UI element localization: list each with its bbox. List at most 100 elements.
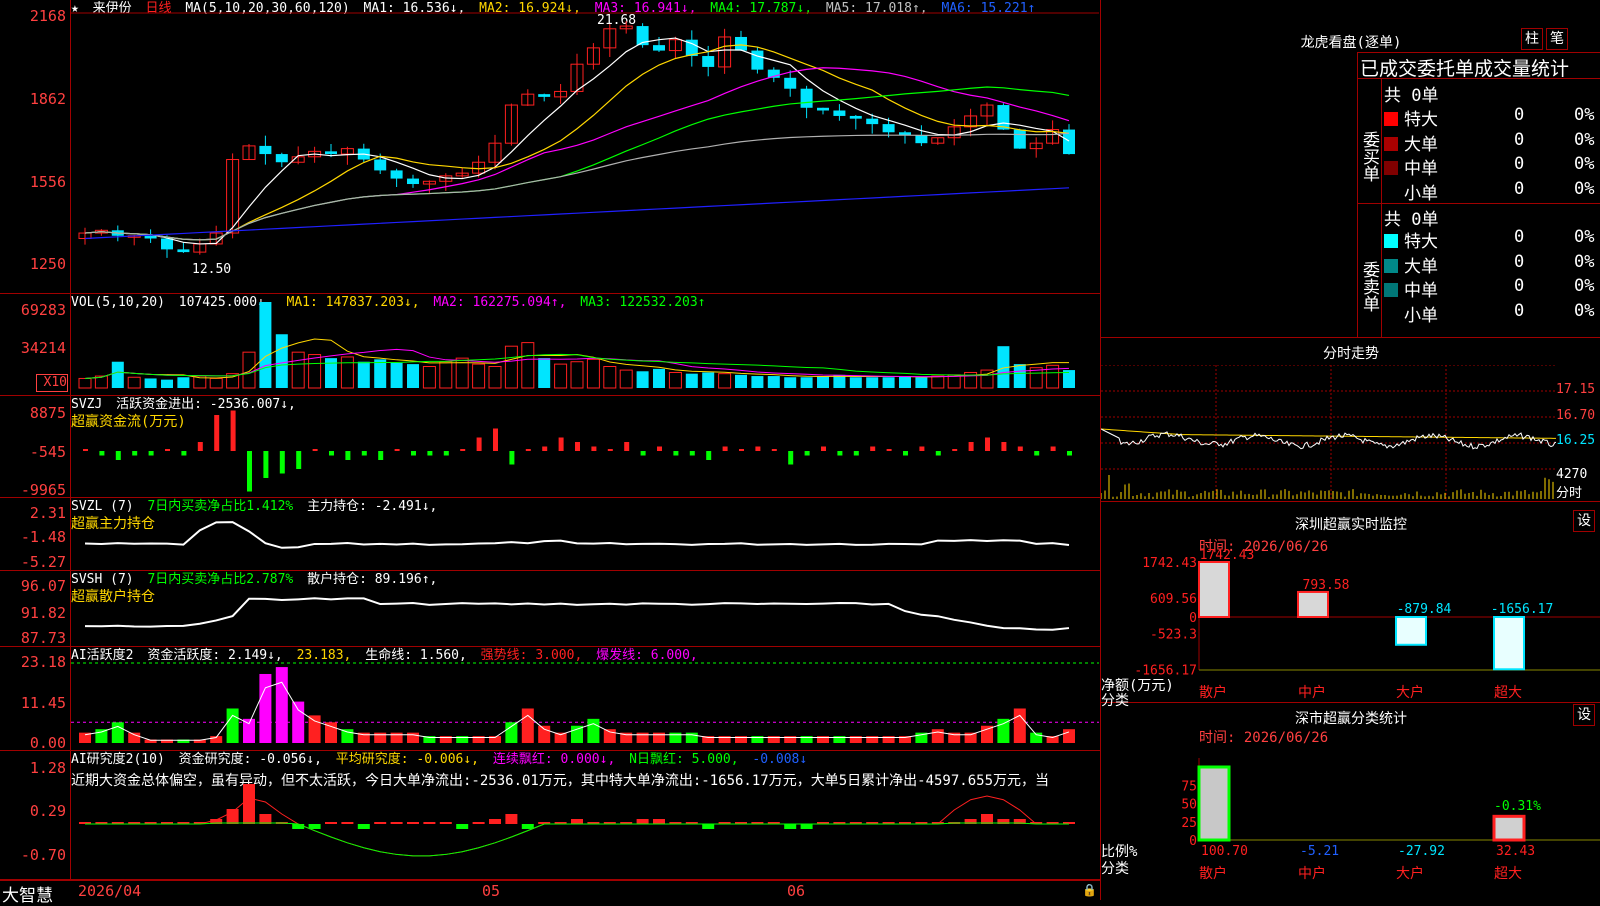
candle (144, 235, 157, 239)
candle (538, 94, 551, 97)
activity-bar (538, 725, 551, 743)
volume-bar (718, 373, 732, 389)
volume-bar (849, 377, 862, 388)
svzj-panel[interactable]: 8875 -545 -9965 SVZJ 活跃资金进出: -2536.007↓,… (0, 396, 1100, 498)
activity-bar (603, 729, 616, 743)
candle (735, 36, 747, 51)
ai2-axis: 1.28 0.29 -0.70 (0, 751, 71, 879)
tick-mode-button[interactable]: 笔 (1546, 28, 1568, 50)
intraday-chart[interactable] (1101, 365, 1556, 500)
main-force-chart[interactable] (71, 498, 1099, 570)
retail-chart[interactable] (71, 571, 1099, 646)
candle (833, 110, 846, 116)
svzl-tick: -1.48 (20, 528, 66, 546)
order-row: 小单 0 0% (1384, 179, 1594, 204)
bar-mode-button[interactable]: 柱 (1521, 28, 1543, 50)
flow-bar (197, 442, 203, 451)
flow-bar (279, 451, 285, 474)
ai1-tick: 0.00 (29, 734, 66, 752)
price-panel[interactable]: 2168 1862 1556 1250 ★ 来伊份 日线 MA(5,10,20,… (0, 0, 1100, 294)
research-bar (784, 824, 797, 829)
order-pct: 0% (1574, 251, 1595, 272)
volume-bar (407, 364, 419, 388)
flow-bar (1034, 451, 1040, 456)
ai-research-panel[interactable]: 1.28 0.29 -0.70 AI研究度2(10) 资金研究度: -0.056… (0, 751, 1100, 880)
flow-bar (919, 446, 925, 451)
ai1-axis: 23.18 11.45 0.00 (0, 647, 71, 752)
fund-flow-chart[interactable] (71, 396, 1099, 497)
ai-activity-panel[interactable]: 23.18 11.45 0.00 AI活跃度2 资金活跃度: 2.149↓, 2… (0, 647, 1100, 751)
research-bar (390, 822, 403, 824)
activity-bar (374, 732, 387, 743)
fenshi-panel[interactable]: 分时走势 17.15 16.70 16.25 4270 分时 (1100, 338, 1600, 502)
stats-value: -27.92 (1398, 844, 1445, 859)
svsh-panel[interactable]: 96.07 91.82 87.73 SVSH (7) 7日内买卖净占比2.787… (0, 571, 1100, 647)
flow-bar (296, 451, 302, 469)
research-bar (800, 824, 813, 829)
svsh-axis: 96.07 91.82 87.73 (0, 571, 71, 646)
flow-bar (985, 437, 990, 451)
order-type: 大单 (1404, 134, 1438, 155)
volume-bar (668, 371, 682, 389)
svzl-tick: 2.31 (29, 504, 66, 522)
flow-bar (148, 451, 154, 456)
research-bar (505, 814, 518, 824)
price-tick: 1556 (29, 173, 66, 191)
candle (702, 56, 715, 67)
activity-bar (505, 722, 518, 743)
bar-value-label: 1742.43 (1200, 548, 1255, 563)
order-count: 0 (1514, 129, 1525, 150)
fenshi-tick: 16.70 (1556, 408, 1596, 423)
order-pct: 0% (1574, 154, 1595, 174)
bar-value-label: -879.84 (1397, 602, 1452, 617)
order-count: 0 (1514, 178, 1525, 199)
svzl-tick: -5.27 (20, 553, 66, 571)
research-chart[interactable] (71, 751, 1099, 879)
flow-bar (214, 415, 220, 451)
svsh-tick: 91.82 (20, 604, 66, 622)
volume-bar (144, 378, 157, 388)
activity-bar (111, 722, 124, 743)
monitor-panel[interactable]: 深圳超赢实时监控 设 时间: 2026/06/26 净额(万元) 分类 1742… (1100, 502, 1600, 709)
flow-bar (706, 451, 712, 460)
candle (275, 154, 288, 163)
flow-bar (542, 446, 548, 451)
candle (259, 145, 272, 155)
monitor-tick: -1656.17 (1134, 663, 1197, 678)
flow-bar (755, 446, 761, 451)
stats-chart[interactable]: 75 50 25 0 100.70 散户 -5.21 中户 -27.92 大户 32.43 超大 -0.… (1101, 703, 1600, 900)
flow-bar (739, 449, 744, 451)
volume-bar (619, 369, 633, 389)
order-row: 小单 0 0% (1384, 301, 1594, 326)
stats-tick: 50 (1181, 798, 1197, 813)
flow-bar (460, 449, 466, 451)
volume-chart[interactable] (71, 294, 1099, 395)
flow-bar (1017, 446, 1023, 451)
order-count: 0 (1514, 300, 1525, 321)
volume-bar (521, 342, 535, 389)
monitor-tick: 0 (1189, 611, 1197, 626)
svzj-tick: -545 (29, 443, 66, 461)
stats-panel[interactable]: 深市超赢分类统计 设 时间: 2026/06/26 比例% 分类 75 50 25 0… (1100, 703, 1600, 900)
candle (325, 151, 337, 155)
volume-bar (439, 361, 453, 389)
activity-chart[interactable] (71, 647, 1099, 750)
date-axis: 大智慧 2026/04 05 06 🔒 (0, 880, 1100, 906)
monitor-chart[interactable]: 1742.43 609.56 0 -523.3 -1656.17 1742.43 散户 793… (1101, 502, 1600, 702)
activity-bar (636, 732, 649, 743)
candlestick-chart[interactable] (71, 0, 1099, 293)
candle (653, 45, 665, 51)
svzl-panel[interactable]: 2.31 -1.48 -5.27 SVZL (7) 7日内买卖净占比1.412%… (0, 498, 1100, 571)
order-count: 0 (1514, 154, 1525, 174)
volume-bar (390, 362, 403, 388)
volume-panel[interactable]: 69283 34214 X10 VOL(5,10,20) 107425.000↓… (0, 294, 1100, 396)
order-row: 中单 0 0% (1384, 154, 1594, 179)
candle (915, 135, 928, 144)
buy-total: 共 0单 (1384, 86, 1439, 106)
lock-icon[interactable]: 🔒 (1082, 883, 1097, 897)
vol-ma-line (84, 353, 1070, 379)
flow-bar (821, 446, 826, 451)
research-bar (374, 822, 387, 824)
activity-bar (292, 701, 305, 743)
activity-bar (341, 729, 354, 743)
